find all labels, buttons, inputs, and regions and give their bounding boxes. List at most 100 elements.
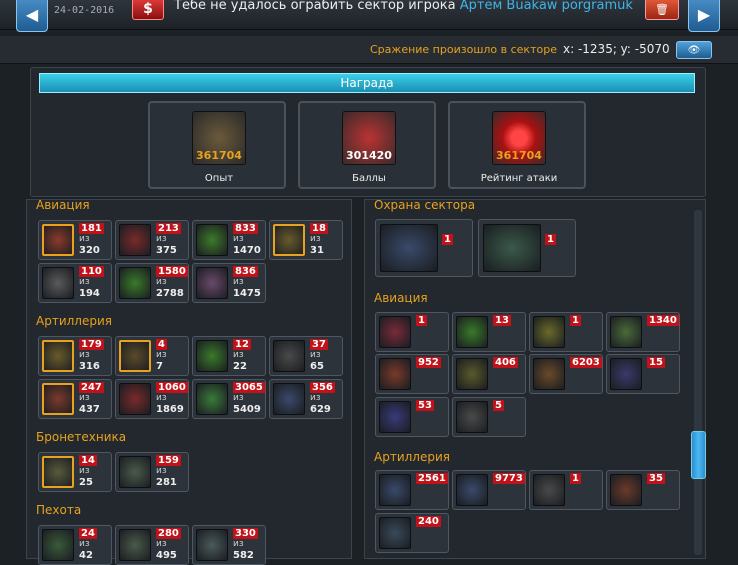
attacker-unit-tile[interactable]: 110 из 194 — [38, 263, 112, 303]
defender-unit-tile[interactable]: 406 — [452, 354, 526, 394]
report-date: 24-02-2016 — [54, 5, 115, 16]
unit-icon — [273, 383, 305, 415]
unit-count: 1340 — [647, 315, 679, 326]
defender-unit-tile[interactable]: 2561 — [375, 470, 449, 510]
scrollbar-track[interactable] — [694, 210, 702, 555]
defender-unit-tile[interactable]: 9773 — [452, 470, 526, 510]
unit-icon — [456, 401, 488, 433]
attacker-unit-tile[interactable]: 1580 из 2788 — [115, 263, 189, 303]
reward-name: Рейтинг атаки — [480, 173, 558, 184]
defender-unit-tile[interactable]: 1 — [375, 312, 449, 352]
unit-icon — [196, 529, 228, 561]
delete-report-button[interactable]: 🗑 — [645, 0, 679, 20]
unit-of-label: из — [79, 234, 90, 244]
attacker-unit-tile[interactable]: 3065 из 5409 — [192, 379, 266, 419]
attacker-unit-tile[interactable]: 37 из 65 — [269, 336, 343, 376]
unit-lost-count: 280 — [156, 528, 181, 539]
unit-icon — [533, 316, 565, 348]
unit-of-label: из — [233, 234, 244, 244]
defender-unit-tile[interactable]: 13 — [452, 312, 526, 352]
unit-count: 15 — [647, 357, 665, 368]
unit-count: 35 — [647, 473, 665, 484]
unit-lost-count: 179 — [79, 339, 104, 350]
left-section-artillery: Артиллерия — [36, 314, 112, 328]
view-sector-button[interactable]: 👁 — [676, 41, 712, 59]
defender-unit-tile[interactable]: 5 — [452, 397, 526, 437]
trash-icon: 🗑 — [655, 2, 669, 16]
unit-of-label: из — [79, 277, 90, 287]
unit-icon — [379, 316, 411, 348]
unit-count: 1 — [442, 234, 453, 245]
attacker-unit-tile[interactable]: 14 из 25 — [38, 452, 112, 492]
attacker-unit-tile[interactable]: 179 из 316 — [38, 336, 112, 376]
unit-total-count: 1470 — [233, 245, 261, 256]
defender-unit-tile[interactable]: 35 — [606, 470, 680, 510]
defender-unit-tile[interactable]: 240 — [375, 513, 449, 553]
unit-of-label: из — [233, 539, 244, 549]
chevron-right-icon: ▶ — [697, 4, 711, 24]
unit-of-label: из — [156, 466, 167, 476]
unit-lost-count: 833 — [233, 223, 258, 234]
reward-value: 361704 — [496, 149, 542, 162]
defender-unit-tile[interactable]: 53 — [375, 397, 449, 437]
attacker-unit-tile[interactable]: 836 из 1475 — [192, 263, 266, 303]
rank-badge-icon — [42, 224, 74, 256]
unit-total-count: 2788 — [156, 288, 184, 299]
defender-unit-tile[interactable]: 1340 — [606, 312, 680, 352]
scrollbar-thumb[interactable] — [691, 431, 706, 479]
unit-count: 13 — [493, 315, 511, 326]
unit-count: 53 — [416, 400, 434, 411]
report-message: Тебе не удалось ограбить сектор игрока А… — [174, 0, 633, 13]
unit-total-count: 65 — [310, 361, 324, 372]
attacker-unit-tile[interactable]: 159 из 281 — [115, 452, 189, 492]
attacker-unit-tile[interactable]: 330 из 582 — [192, 525, 266, 565]
unit-total-count: 22 — [233, 361, 247, 372]
unit-lost-count: 12 — [233, 339, 251, 350]
unit-total-count: 582 — [233, 550, 254, 561]
unit-lost-count: 37 — [310, 339, 328, 350]
attacker-unit-tile[interactable]: 213 из 375 — [115, 220, 189, 260]
unit-of-label: из — [156, 350, 167, 360]
attacker-unit-tile[interactable]: 356 из 629 — [269, 379, 343, 419]
prev-report-button[interactable]: ◀ — [16, 0, 48, 32]
unit-count: 1 — [545, 234, 556, 245]
defender-unit-tile[interactable]: 1 — [529, 470, 603, 510]
left-section-infantry: Пехота — [36, 503, 82, 517]
guard-unit-tile[interactable]: 1 — [478, 219, 576, 277]
unit-lost-count: 330 — [233, 528, 258, 539]
rank-badge-icon — [42, 340, 74, 372]
unit-lost-count: 24 — [79, 528, 97, 539]
defender-unit-tile[interactable]: 1 — [529, 312, 603, 352]
unit-total-count: 437 — [79, 404, 100, 415]
unit-lost-count: 110 — [79, 266, 104, 277]
report-message-text: Тебе не удалось ограбить сектор игрока — [174, 0, 456, 13]
next-report-button[interactable]: ▶ — [688, 0, 720, 32]
attacker-unit-tile[interactable]: 4 из 7 — [115, 336, 189, 376]
attacker-unit-tile[interactable]: 181 из 320 — [38, 220, 112, 260]
defender-unit-tile[interactable]: 15 — [606, 354, 680, 394]
attacker-unit-tile[interactable]: 24 из 42 — [38, 525, 112, 565]
attacker-unit-tile[interactable]: 280 из 495 — [115, 525, 189, 565]
unit-icon — [42, 529, 74, 561]
attacker-unit-tile[interactable]: 833 из 1470 — [192, 220, 266, 260]
attacker-unit-tile[interactable]: 1060 из 1869 — [115, 379, 189, 419]
unit-total-count: 1475 — [233, 288, 261, 299]
reward-attack-rating: 361704 Рейтинг атаки — [448, 101, 586, 189]
defender-unit-tile[interactable]: 952 — [375, 354, 449, 394]
unit-lost-count: 836 — [233, 266, 258, 277]
unit-of-label: из — [156, 234, 167, 244]
unit-total-count: 7 — [156, 361, 163, 372]
unit-lost-count: 1580 — [156, 266, 188, 277]
unit-icon — [610, 474, 642, 506]
attacker-unit-tile[interactable]: 247 из 437 — [38, 379, 112, 419]
unit-count: 9773 — [493, 473, 525, 484]
unit-icon — [456, 358, 488, 390]
defender-unit-tile[interactable]: 6203 — [529, 354, 603, 394]
unit-icon — [610, 358, 642, 390]
attacker-unit-tile[interactable]: 18 из 31 — [269, 220, 343, 260]
unit-icon — [119, 456, 151, 488]
player-link[interactable]: Артём Buakaw porgramuk — [460, 0, 633, 13]
unit-of-label: из — [79, 393, 90, 403]
attacker-unit-tile[interactable]: 12 из 22 — [192, 336, 266, 376]
guard-unit-tile[interactable]: 1 — [375, 219, 473, 277]
